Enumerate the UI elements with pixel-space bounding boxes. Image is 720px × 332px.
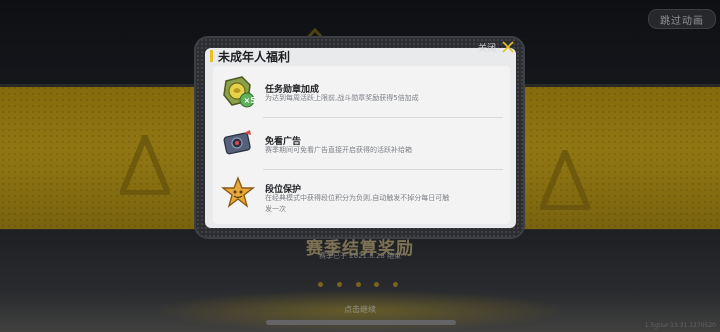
- close-button[interactable]: 关闭: [478, 40, 514, 54]
- benefit-item-rank-protect: 段位保护 在经典模式中获得段位积分为负则,自动触发不掉分每日可触 发一次: [213, 170, 510, 220]
- title-accent-bar: [210, 50, 213, 62]
- benefit-description: 赛季期间可免看广告直接开启获得的活跃补给箱: [265, 146, 412, 154]
- close-icon[interactable]: [502, 41, 514, 53]
- ad-free-icon: [223, 130, 251, 155]
- svg-text:×5: ×5: [244, 96, 257, 105]
- benefit-description: 在经典模式中获得段位积分为负则,自动触发不掉分每日可触 发一次: [265, 193, 490, 215]
- benefit-description-line: 发一次: [265, 205, 286, 213]
- benefit-list: ×5 任务勋章加成 为达到每周活跃上限前,战斗勋章奖励获得5倍加成 免看广告 赛…: [213, 66, 510, 224]
- benefit-item-medal: ×5 任务勋章加成 为达到每周活跃上限前,战斗勋章奖励获得5倍加成: [213, 66, 510, 116]
- close-label: 关闭: [478, 43, 497, 54]
- benefit-item-ad-free: 免看广告 赛季期间可免看广告直接开启获得的活跃补给箱: [213, 118, 510, 168]
- modal-title-tab: 未成年人福利: [210, 45, 294, 67]
- modal-title: 未成年人福利: [218, 49, 291, 64]
- benefit-description: 为达到每周活跃上限前,战斗勋章奖励获得5倍加成: [265, 94, 419, 102]
- medal-x5-icon: ×5: [223, 76, 257, 108]
- rank-star-icon: [220, 176, 256, 208]
- benefit-description-line: 在经典模式中获得段位积分为负则,自动触发不掉分每日可触: [265, 194, 450, 202]
